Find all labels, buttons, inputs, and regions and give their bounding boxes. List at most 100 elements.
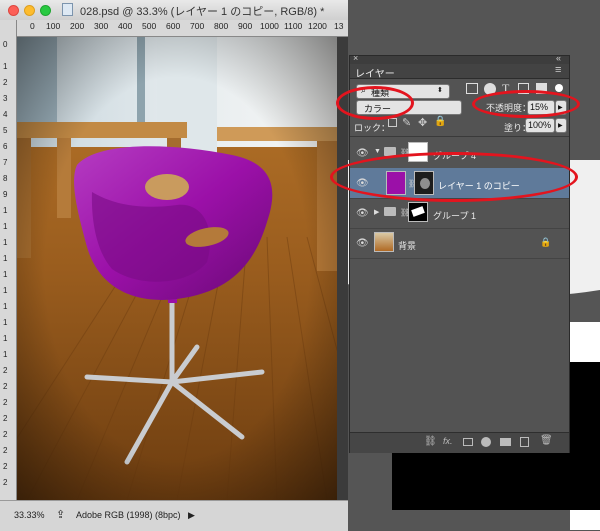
document-statusbar: 33.33% ⇪ Adobe RGB (1998) (8bpc) ▶ (0, 500, 348, 531)
minimize-window-button[interactable] (24, 5, 35, 16)
ruler-mark: 100 (46, 21, 61, 31)
lock-all-icon[interactable]: 🔒 (434, 116, 446, 127)
psd-file-icon (62, 3, 73, 16)
layer-name[interactable]: 背景 (398, 239, 416, 252)
lock-icon: 🔒 (540, 237, 552, 247)
horizontal-ruler[interactable]: 0 100 200 300 400 500 600 700 800 900 10… (16, 20, 348, 37)
fill-value: 100% (528, 120, 552, 130)
ruler-mark: 13 (334, 21, 344, 31)
tab-layers[interactable]: レイヤー (355, 65, 395, 80)
document-titlebar: 028.psd @ 33.3% (レイヤー 1 のコピー, RGB/8) * (0, 0, 348, 21)
layer-name[interactable]: グループ 1 (433, 209, 476, 222)
link-icon[interactable]: ⛓ (424, 436, 437, 447)
ruler-mark: 6 (3, 142, 8, 151)
document-title: 028.psd @ 33.3% (レイヤー 1 のコピー, RGB/8) * (80, 6, 325, 18)
ruler-mark: 3 (3, 94, 8, 103)
document-window: 028.psd @ 33.3% (レイヤー 1 のコピー, RGB/8) * 0… (0, 0, 348, 531)
filter-toggle-icon[interactable] (555, 84, 563, 92)
collapse-triangle-icon[interactable]: ▶ (374, 208, 379, 216)
color-profile: Adobe RGB (1998) (8bpc) (76, 510, 181, 520)
group-mask-thumbnail[interactable] (408, 202, 428, 222)
zoom-window-button[interactable] (40, 5, 51, 16)
ruler-mark: 1200 (308, 21, 327, 31)
layers-panel-footer: ⛓ fx. 🗑 (350, 432, 569, 453)
ruler-mark: 0 (3, 40, 8, 49)
chair-photo (17, 37, 337, 500)
lock-paint-icon[interactable]: ✎ (402, 116, 411, 129)
ruler-mark: 400 (118, 21, 133, 31)
background-thumbnail[interactable] (374, 232, 394, 252)
fill-input[interactable]: 100% (525, 118, 555, 133)
ruler-mark: 200 (70, 21, 85, 31)
vertical-ruler[interactable]: 0 1 2 3 4 5 6 7 8 9 1 1 1 1 1 1 1 1 1 1 … (0, 20, 17, 508)
panel-tab-bar: レイヤー ≡ (350, 64, 569, 80)
folder-icon (384, 207, 396, 216)
annotation-ring-opacity (472, 90, 580, 118)
adjustment-icon[interactable] (481, 437, 491, 447)
ruler-mark: 2 (3, 366, 8, 375)
ruler-mark: 2 (3, 78, 8, 87)
ruler-mark: 7 (3, 158, 8, 167)
fx-icon[interactable]: fx. (443, 436, 453, 446)
ruler-mark: 1 (3, 62, 8, 71)
share-icon[interactable]: ⇪ (56, 508, 65, 521)
ruler-mark: 1 (3, 334, 8, 343)
ruler-mark: 1 (3, 222, 8, 231)
ruler-mark: 2 (3, 382, 8, 391)
status-menu-arrow[interactable]: ▶ (188, 510, 195, 521)
ruler-mark: 1 (3, 302, 8, 311)
mask-shape (411, 206, 425, 217)
ruler-mark: 2 (3, 462, 8, 471)
panel-menu-icon[interactable]: ≡ (555, 64, 561, 76)
document-canvas[interactable] (17, 37, 337, 500)
ruler-mark: 2 (3, 414, 8, 423)
ruler-mark: 600 (166, 21, 181, 31)
new-layer-icon[interactable] (520, 437, 529, 447)
ruler-mark: 1100 (284, 21, 303, 31)
lock-transparent-icon[interactable] (388, 118, 397, 127)
expand-triangle-icon[interactable]: ▼ (374, 148, 381, 155)
ruler-mark: 1 (3, 238, 8, 247)
annotation-ring-layer (330, 152, 578, 202)
layer-row-group1[interactable]: 👁 ▶ ⛓ グループ 1 (350, 198, 569, 229)
eye-icon[interactable]: 👁 (356, 238, 369, 249)
lock-label: ロック： (354, 123, 391, 133)
ruler-mark: 700 (190, 21, 205, 31)
zoom-level[interactable]: 33.33% (14, 510, 45, 520)
ruler-mark: 300 (94, 21, 109, 31)
ruler-mark: 1 (3, 286, 8, 295)
chevron-updown-icon: ⬍ (437, 87, 443, 94)
ruler-mark: 1 (3, 206, 8, 215)
ruler-mark: 1000 (260, 21, 279, 31)
ruler-mark: 2 (3, 478, 8, 487)
ruler-mark: 800 (214, 21, 229, 31)
ruler-mark: 900 (238, 21, 253, 31)
close-window-button[interactable] (8, 5, 19, 16)
ruler-mark: 1 (3, 254, 8, 263)
panel-close-icon[interactable]: × (353, 53, 358, 63)
trash-icon[interactable]: 🗑 (540, 435, 553, 446)
ruler-mark: 2 (3, 430, 8, 439)
ruler-mark: 2 (3, 446, 8, 455)
ruler-mark: 5 (3, 126, 8, 135)
folder-icon[interactable] (500, 438, 511, 446)
ruler-mark: 9 (3, 190, 8, 199)
layer-row-background[interactable]: 👁 背景 🔒 (350, 228, 569, 259)
fill-dropdown-icon[interactable]: ▶ (555, 118, 567, 133)
ruler-mark: 8 (3, 174, 8, 183)
mask-icon[interactable] (463, 438, 473, 446)
ruler-mark: 2 (3, 398, 8, 407)
ruler-mark: 4 (3, 110, 8, 119)
panel-divider (350, 136, 569, 137)
panel-header-strip: × « (350, 53, 569, 64)
eye-icon[interactable]: 👁 (356, 148, 369, 159)
ruler-mark: 0 (30, 21, 35, 31)
ruler-mark: 1 (3, 350, 8, 359)
panel-collapse-icon[interactable]: « (556, 53, 561, 63)
lock-position-icon[interactable]: ✥ (418, 116, 427, 129)
pixel-filter-icon[interactable] (466, 83, 478, 94)
ruler-mark: 1 (3, 270, 8, 279)
ruler-mark: 1 (3, 318, 8, 327)
eye-icon[interactable]: 👁 (356, 208, 369, 219)
annotation-ring-blend-mode (336, 86, 414, 120)
